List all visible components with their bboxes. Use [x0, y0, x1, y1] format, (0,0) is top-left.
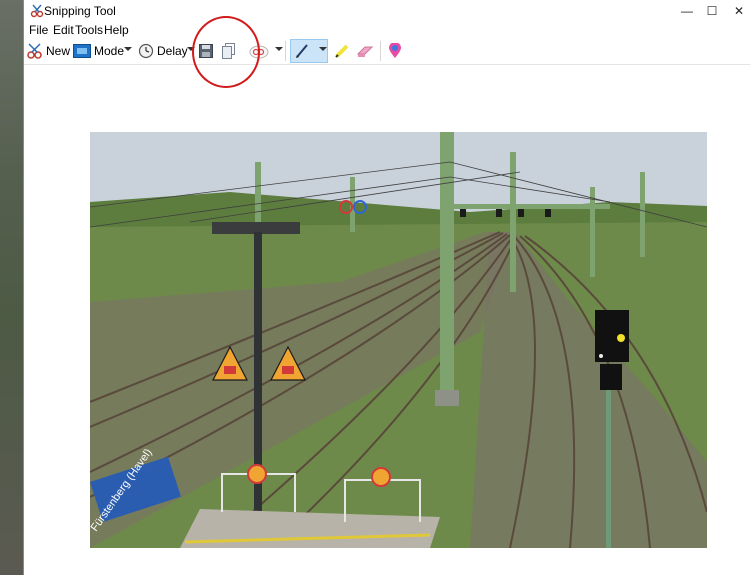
red-annotation-circle [192, 16, 260, 88]
menu-file[interactable]: File [29, 23, 48, 37]
mode-rectangle-icon [73, 44, 91, 58]
desktop-background [0, 0, 24, 575]
new-button[interactable]: New [26, 40, 70, 62]
close-button[interactable]: ✕ [724, 0, 750, 22]
scissors-app-icon [30, 4, 44, 18]
mode-button-label: Mode [94, 44, 125, 58]
pen-tool[interactable] [295, 40, 309, 62]
pen-icon [296, 44, 308, 58]
menu-help[interactable]: Help [104, 23, 129, 37]
clock-icon [138, 43, 154, 59]
edit-with-paint3d-button[interactable] [388, 40, 402, 62]
delay-button-label: Delay [157, 44, 188, 58]
send-dropdown-arrow[interactable] [275, 47, 283, 51]
eraser-button[interactable] [356, 40, 374, 62]
maximize-button[interactable]: ☐ [697, 0, 727, 22]
paint3d-icon [389, 43, 401, 58]
menu-bar: File Edit Tools Help [24, 22, 750, 38]
delay-button[interactable]: Delay [138, 40, 188, 62]
new-snip-icon [27, 43, 42, 59]
captured-snip-image: Fürstenberg (Havel) [90, 132, 707, 548]
window-title: Snipping Tool [44, 4, 116, 18]
eraser-icon [356, 46, 374, 57]
highlighter-button[interactable] [334, 40, 350, 62]
mode-button[interactable]: Mode [73, 40, 124, 62]
new-button-label: New [46, 44, 71, 58]
toolbar-separator-2 [380, 41, 381, 61]
highlighter-icon [335, 44, 349, 58]
mode-dropdown-arrow[interactable] [124, 47, 132, 51]
toolbar-separator [285, 41, 286, 61]
menu-tools[interactable]: Tools [75, 23, 103, 37]
title-bar[interactable]: Snipping Tool — ☐ ✕ [24, 0, 750, 22]
menu-edit[interactable]: Edit [53, 23, 74, 37]
toolbar: New Mode Delay [24, 38, 750, 65]
pen-dropdown-arrow[interactable] [319, 47, 327, 51]
